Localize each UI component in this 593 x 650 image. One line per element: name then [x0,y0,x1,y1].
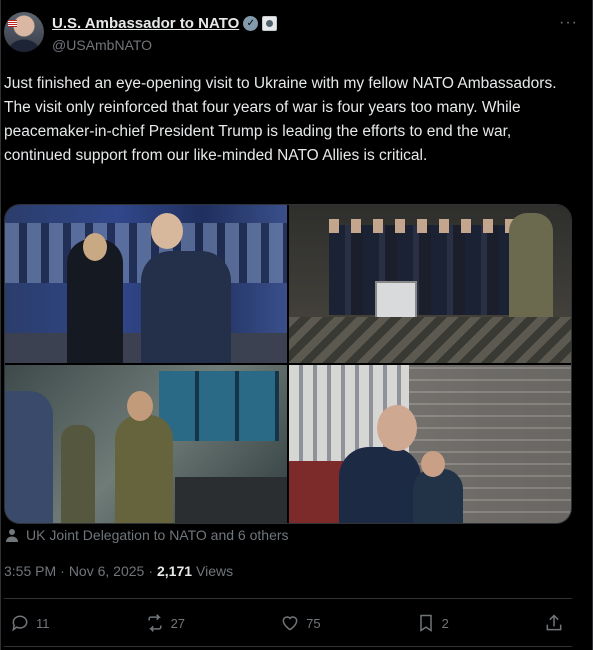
like-count: 75 [306,615,321,631]
author-avatar[interactable] [4,12,44,52]
views-count: 2,171 [156,563,193,579]
timeline-border-left [0,0,1,650]
reply-button[interactable]: 11 [10,613,50,633]
tagged-users[interactable]: UK Joint Delegation to NATO and 6 others [4,527,289,543]
tweet-text: Just finished an eye-opening visit to Uk… [4,75,557,164]
government-seal-icon[interactable] [262,16,278,31]
media-grid [4,204,572,524]
photo-train-handshake[interactable] [5,205,287,363]
divider-bottom [4,646,572,647]
verified-badge-icon[interactable]: ✓ [243,16,259,31]
share-button[interactable] [544,613,564,633]
tweet-date[interactable]: Nov 6, 2025 [69,563,145,579]
photo-control-room[interactable] [5,365,287,523]
flag-pin-icon [8,20,17,27]
action-bar: 11 27 75 2 [4,606,570,640]
like-button[interactable]: 75 [280,613,321,633]
reply-icon [12,615,28,632]
repost-count: 27 [170,615,186,631]
tweet-header: U.S. Ambassador to NATO ✓ @USAmbNATO ··· [4,12,584,56]
bookmark-icon [419,614,432,632]
photo-damaged-building[interactable] [289,365,571,523]
share-icon [546,614,562,631]
author-name[interactable]: U.S. Ambassador to NATO [52,15,239,32]
tweet-time[interactable]: 3:55 PM [4,563,56,579]
views-label: Views [196,563,234,579]
repost-button[interactable]: 27 [145,613,185,633]
meta-separator: · [60,563,65,579]
tweet-meta: 3:55 PM · Nov 6, 2025 · 2,171 Views [4,563,233,579]
person-icon [6,529,18,542]
heart-icon [282,616,298,631]
repost-icon [147,614,162,632]
more-options-icon[interactable]: ··· [559,14,578,32]
meta-separator: · [148,563,153,579]
author-name-row: U.S. Ambassador to NATO ✓ [52,15,278,32]
tagged-users-label: UK Joint Delegation to NATO and 6 others [26,527,289,543]
author-handle[interactable]: @USAmbNATO [52,37,152,53]
photo-delegation-group[interactable] [289,205,571,363]
reply-count: 11 [36,615,50,631]
bookmark-count: 2 [441,615,449,631]
bookmark-button[interactable]: 2 [416,613,449,633]
divider-top [4,598,572,599]
